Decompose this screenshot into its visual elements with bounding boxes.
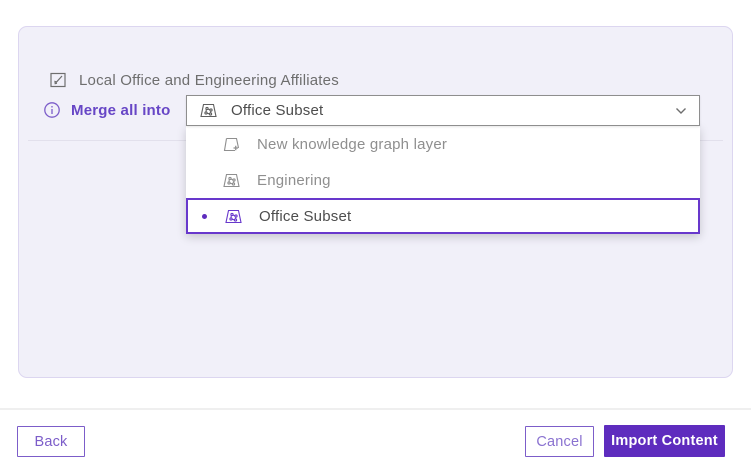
option-label: New knowledge graph layer xyxy=(257,136,447,153)
option-new-knowledge-graph-layer[interactable]: New knowledge graph layer xyxy=(186,126,700,162)
chevron-down-icon xyxy=(675,107,687,115)
knowledge-graph-layer-icon xyxy=(222,172,241,189)
option-label: Office Subset xyxy=(259,208,351,225)
import-content-dialog: Local Office and Engineering Affiliates … xyxy=(0,0,751,470)
option-label: Enginering xyxy=(257,172,331,189)
knowledge-graph-layer-icon xyxy=(224,208,243,225)
option-office-subset[interactable]: Office Subset xyxy=(186,198,700,234)
merge-all-into-label: Merge all into xyxy=(71,102,170,119)
new-knowledge-graph-layer-icon xyxy=(222,136,241,153)
merge-target-select-value: Office Subset xyxy=(231,102,662,119)
source-layer-label: Local Office and Engineering Affiliates xyxy=(79,72,339,89)
footer-divider xyxy=(0,408,751,410)
selected-bullet-icon xyxy=(202,214,207,219)
layer-edit-icon xyxy=(49,71,67,89)
merge-target-select[interactable]: Office Subset xyxy=(186,95,700,126)
back-button[interactable]: Back xyxy=(17,426,85,457)
cancel-button[interactable]: Cancel xyxy=(525,426,594,457)
merge-all-into-row: Merge all into xyxy=(43,101,170,119)
knowledge-graph-layer-icon xyxy=(199,102,218,119)
merge-target-dropdown-menu: New knowledge graph layer Enginering xyxy=(186,126,700,234)
import-content-button[interactable]: Import Content xyxy=(604,425,725,457)
info-icon[interactable] xyxy=(43,101,61,119)
source-layer-row: Local Office and Engineering Affiliates xyxy=(49,71,339,89)
option-enginering[interactable]: Enginering xyxy=(186,162,700,198)
